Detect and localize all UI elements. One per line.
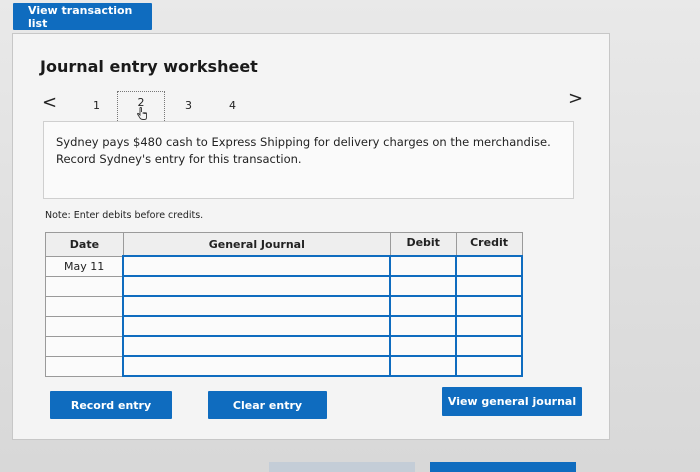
debit-input[interactable]: [389, 295, 458, 317]
debit-input[interactable]: [389, 275, 458, 297]
date-cell: [45, 295, 124, 317]
account-input[interactable]: [122, 315, 392, 337]
credit-header: Credit: [455, 232, 523, 257]
debit-input[interactable]: [389, 335, 458, 357]
next-page-arrow-icon[interactable]: >: [568, 88, 583, 109]
table-row: [45, 355, 523, 377]
debit-credit-note: Note: Enter debits before credits.: [45, 210, 204, 221]
date-cell: May 11: [45, 255, 124, 277]
record-entry-button[interactable]: Record entry: [50, 391, 172, 419]
date-cell: [45, 355, 124, 377]
account-input[interactable]: [122, 255, 392, 277]
credit-input[interactable]: [455, 295, 523, 317]
table-row: May 11: [45, 255, 523, 277]
date-cell: [45, 315, 124, 337]
view-general-journal-button[interactable]: View general journal: [442, 387, 582, 416]
bottom-button-edge[interactable]: [430, 462, 576, 472]
date-cell: [45, 335, 124, 357]
credit-input[interactable]: [455, 255, 523, 277]
page-4[interactable]: 4: [229, 99, 236, 112]
clear-entry-button[interactable]: Clear entry: [208, 391, 327, 419]
table-header-row: Date General Journal Debit Credit: [45, 232, 523, 257]
bottom-button-edge[interactable]: [269, 462, 415, 472]
debit-input[interactable]: [389, 355, 458, 377]
account-input[interactable]: [122, 275, 392, 297]
hand-pointer-icon: [137, 107, 147, 120]
debit-input[interactable]: [389, 315, 458, 337]
debit-header: Debit: [389, 232, 457, 257]
table-row: [45, 315, 523, 337]
journal-entry-worksheet-panel: Journal entry worksheet < 1 2 3 4 > Sydn…: [12, 33, 610, 440]
transaction-description: Sydney pays $480 cash to Express Shippin…: [43, 121, 574, 199]
table-row: [45, 295, 523, 317]
debit-input[interactable]: [389, 255, 458, 277]
prev-page-arrow-icon[interactable]: <: [42, 92, 57, 113]
credit-input[interactable]: [455, 355, 523, 377]
journal-entry-table: Date General Journal Debit Credit May 11: [45, 232, 523, 377]
page-title: Journal entry worksheet: [40, 57, 258, 76]
account-input[interactable]: [122, 335, 392, 357]
page-3[interactable]: 3: [185, 99, 192, 112]
date-cell: [45, 275, 124, 297]
general-journal-header: General Journal: [122, 232, 391, 257]
view-transaction-list-button[interactable]: View transaction list: [13, 3, 152, 30]
table-row: [45, 275, 523, 297]
credit-input[interactable]: [455, 275, 523, 297]
table-row: [45, 335, 523, 357]
credit-input[interactable]: [455, 315, 523, 337]
account-input[interactable]: [122, 295, 392, 317]
credit-input[interactable]: [455, 335, 523, 357]
account-input[interactable]: [122, 355, 392, 377]
date-header: Date: [45, 232, 124, 257]
page-1[interactable]: 1: [93, 99, 100, 112]
